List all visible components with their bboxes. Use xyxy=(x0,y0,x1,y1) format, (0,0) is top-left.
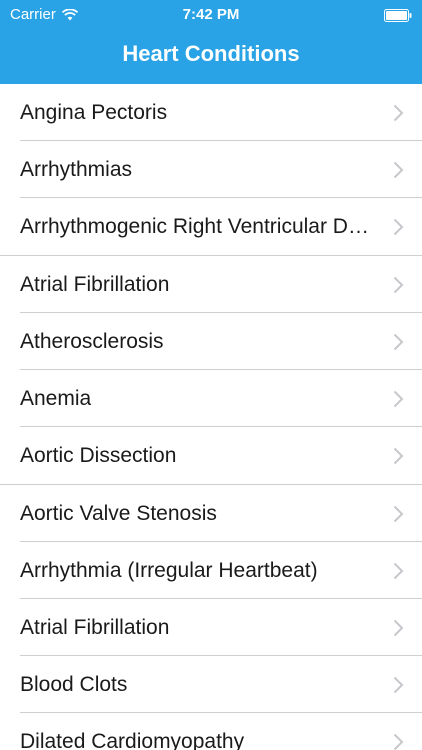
list-item[interactable]: Aortic Dissection xyxy=(0,427,422,485)
list-item[interactable]: Dilated Cardiomyopathy xyxy=(0,713,422,750)
list-item[interactable]: Anemia xyxy=(0,370,422,427)
chevron-right-icon xyxy=(393,619,404,636)
list-item-label: Aortic Dissection xyxy=(20,443,177,467)
page-title: Heart Conditions xyxy=(122,41,300,66)
list-item[interactable]: Atrial Fibrillation xyxy=(0,256,422,313)
list-item-label: Atrial Fibrillation xyxy=(20,272,170,296)
list-item-label: Anemia xyxy=(20,386,92,410)
list-item[interactable]: Atherosclerosis xyxy=(0,313,422,370)
chevron-right-icon xyxy=(393,733,404,750)
chevron-right-icon xyxy=(393,218,404,235)
chevron-right-icon xyxy=(393,390,404,407)
status-time: 7:42 PM xyxy=(182,6,240,23)
chevron-right-icon xyxy=(393,104,404,121)
list-item-label: Dilated Cardiomyopathy xyxy=(20,729,245,750)
list-item[interactable]: Arrhythmia (Irregular Heartbeat) xyxy=(0,542,422,599)
list-item-label: Aortic Valve Stenosis xyxy=(20,501,217,525)
chevron-right-icon xyxy=(393,447,404,464)
list-item[interactable]: Atrial Fibrillation xyxy=(0,599,422,656)
chevron-right-icon xyxy=(393,276,404,293)
list-item-label: Angina Pectoris xyxy=(20,100,168,124)
list-item[interactable]: Angina Pectoris xyxy=(0,84,422,141)
chevron-right-icon xyxy=(393,676,404,693)
list-item-label: Atherosclerosis xyxy=(20,329,164,353)
status-bar: Carrier 7:42 PM xyxy=(0,0,422,30)
chevron-right-icon xyxy=(393,505,404,522)
battery-icon xyxy=(384,9,412,22)
list-item-label: Blood Clots xyxy=(20,672,128,696)
chevron-right-icon xyxy=(393,161,404,178)
list-item-label: Arrhythmogenic Right Ventricular Dysplas… xyxy=(20,214,372,238)
chevron-right-icon xyxy=(393,333,404,350)
list-item-label: Arrhythmias xyxy=(20,157,133,181)
chevron-right-icon xyxy=(393,562,404,579)
list-item[interactable]: Arrhythmogenic Right Ventricular Dysplas… xyxy=(0,198,422,256)
list-item[interactable]: Arrhythmias xyxy=(0,141,422,198)
list-item[interactable]: Blood Clots xyxy=(0,656,422,713)
list-item-label: Atrial Fibrillation xyxy=(20,615,170,639)
nav-header: Carrier 7:42 PM Heart Conditions xyxy=(0,0,422,84)
list-item-label: Arrhythmia (Irregular Heartbeat) xyxy=(20,558,318,582)
list-item[interactable]: Aortic Valve Stenosis xyxy=(0,485,422,542)
conditions-list: Angina Pectoris Arrhythmias Arrhythmogen… xyxy=(0,84,422,750)
